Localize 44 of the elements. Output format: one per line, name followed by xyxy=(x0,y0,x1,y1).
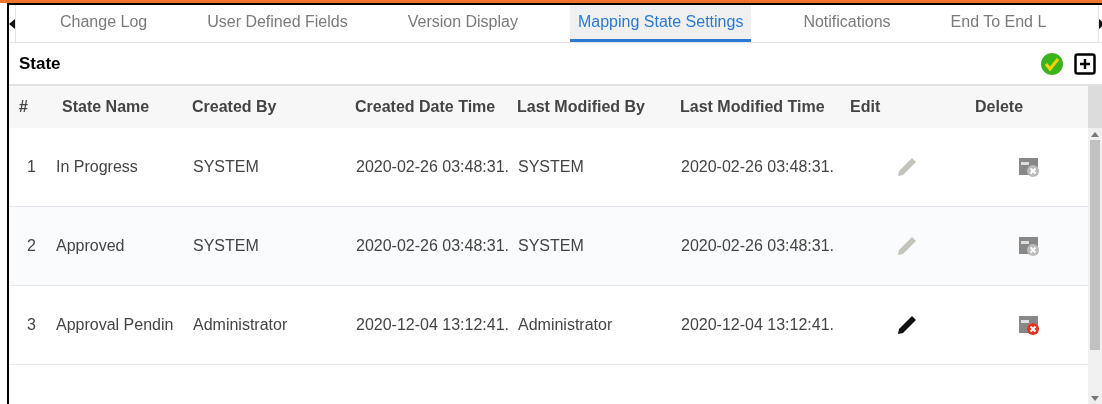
table-cell-text: SYSTEM xyxy=(192,236,260,256)
table-cell-text: In Progress xyxy=(56,157,139,177)
column-header: Created Date Time xyxy=(354,97,497,117)
table-cell-text: SYSTEM xyxy=(517,157,585,177)
panel-title: State xyxy=(19,52,62,75)
tab[interactable]: User Defined Fields xyxy=(199,5,356,42)
pencil-icon[interactable] xyxy=(895,314,918,336)
column-header: State Name xyxy=(61,97,151,117)
scroll-left-button[interactable] xyxy=(9,5,16,42)
tab[interactable]: Notifications xyxy=(795,5,899,42)
table-cell-text: Approval Pendin xyxy=(56,315,175,335)
tab[interactable]: Mapping State Settings xyxy=(569,5,752,42)
scrollbar[interactable] xyxy=(1088,86,1102,404)
column-header: # xyxy=(18,97,29,117)
column-header: Last Modified By xyxy=(516,97,646,117)
delete-icon[interactable] xyxy=(1018,314,1040,336)
table-cell-text: Administrator xyxy=(517,315,614,335)
table-cell-text: 2020-02-26 03:48:31. xyxy=(680,236,835,256)
column-header: Created By xyxy=(191,97,278,117)
table-cell-text: 2020-02-26 03:48:31. xyxy=(355,236,510,256)
tab[interactable]: End To End L xyxy=(942,5,1055,42)
column-header: Last Modified Time xyxy=(679,97,826,117)
add-icon[interactable] xyxy=(1074,52,1096,75)
table-cell-text: 3 xyxy=(26,315,37,335)
caret-left-icon xyxy=(9,18,15,29)
delete-icon[interactable] xyxy=(1018,235,1040,257)
scroll-up-icon[interactable] xyxy=(1091,131,1099,137)
table-cell-text: 2020-12-04 13:12:41. xyxy=(680,315,835,335)
table-cell-text: SYSTEM xyxy=(517,236,585,256)
table-cell-text: Approved xyxy=(56,236,126,256)
table-cell-text: 1 xyxy=(26,157,37,177)
column-header: Delete xyxy=(974,97,1025,117)
delete-icon[interactable] xyxy=(1018,156,1040,178)
table-cell-text: 2 xyxy=(26,236,37,256)
scroll-down-icon[interactable] xyxy=(1091,395,1099,401)
table-cell-text: 2020-02-26 03:48:31. xyxy=(680,157,835,177)
column-header: Edit xyxy=(849,97,882,117)
table-cell-text: 2020-02-26 03:48:31. xyxy=(355,157,510,177)
tab[interactable]: Version Display xyxy=(399,5,526,42)
table-cell-text: 2020-12-04 13:12:41. xyxy=(355,315,510,335)
table-cell-text: SYSTEM xyxy=(192,157,260,177)
table-cell-text: Administrator xyxy=(192,315,289,335)
tab[interactable]: Change Log xyxy=(52,5,156,42)
check-icon[interactable] xyxy=(1040,51,1064,76)
